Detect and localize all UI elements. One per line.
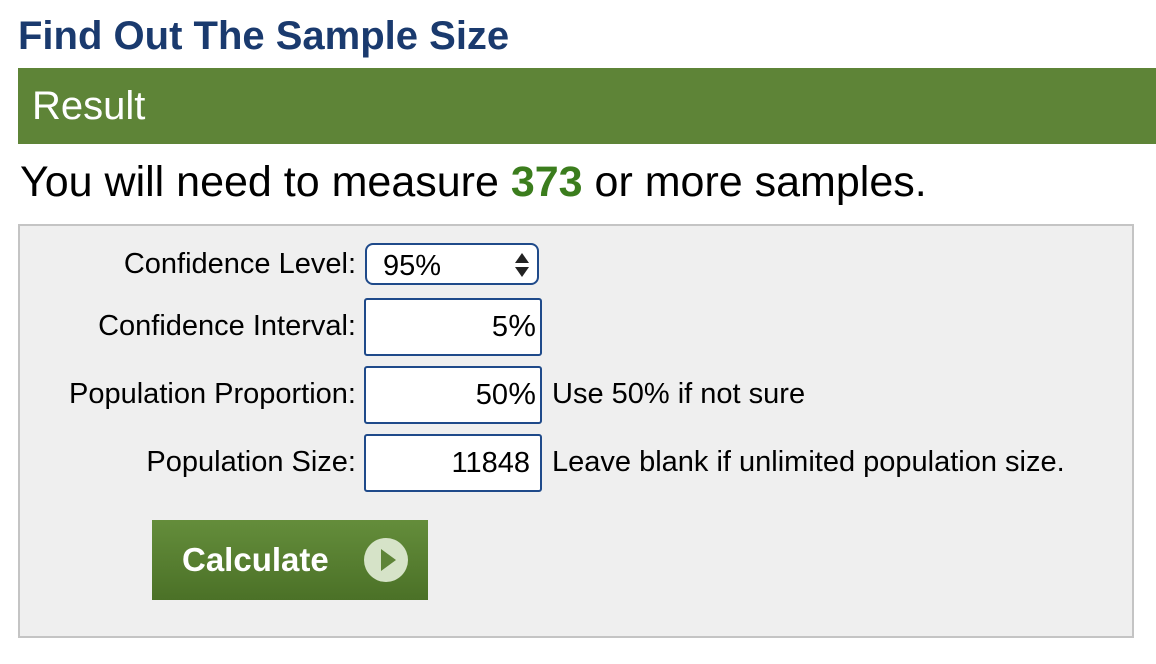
population-proportion-input[interactable]: 50 %	[364, 366, 542, 424]
page-title: Find Out The Sample Size	[18, 14, 510, 58]
result-sentence: You will need to measure 373 or more sam…	[20, 156, 927, 208]
confidence-interval-input[interactable]: 5 %	[364, 298, 542, 356]
population-size-label: Population Size:	[146, 446, 356, 478]
result-header-bar: Result	[18, 68, 1156, 144]
play-circle-icon	[364, 538, 408, 582]
sample-size-calculator: Find Out The Sample Size Result You will…	[0, 0, 1156, 664]
confidence-interval-value: 5	[491, 311, 508, 343]
confidence-interval-unit: %	[508, 308, 536, 343]
population-size-hint: Leave blank if unlimited population size…	[552, 446, 1065, 478]
calculate-button[interactable]: Calculate	[152, 520, 428, 600]
confidence-level-label: Confidence Level:	[123, 248, 356, 280]
result-prefix: You will need to measure	[20, 158, 511, 206]
population-size-value: 11848	[451, 447, 531, 479]
confidence-level-select[interactable]: 95%	[365, 243, 539, 285]
population-proportion-value: 50	[475, 379, 508, 411]
chevron-up-down-icon	[515, 253, 529, 277]
result-heading: Result	[32, 84, 146, 128]
population-proportion-label: Population Proportion:	[69, 378, 356, 410]
result-suffix: or more samples.	[582, 158, 927, 206]
population-proportion-hint: Use 50% if not sure	[552, 378, 806, 410]
population-size-input[interactable]: 11848	[364, 434, 542, 492]
population-proportion-unit: %	[508, 376, 536, 411]
calculate-button-label: Calculate	[182, 541, 329, 578]
calculator-form-panel: Confidence Level: 95% Confidence Interva…	[18, 224, 1134, 638]
confidence-interval-label: Confidence Interval:	[98, 310, 356, 342]
result-sample-count: 373	[510, 158, 583, 206]
confidence-level-value: 95%	[383, 250, 442, 282]
